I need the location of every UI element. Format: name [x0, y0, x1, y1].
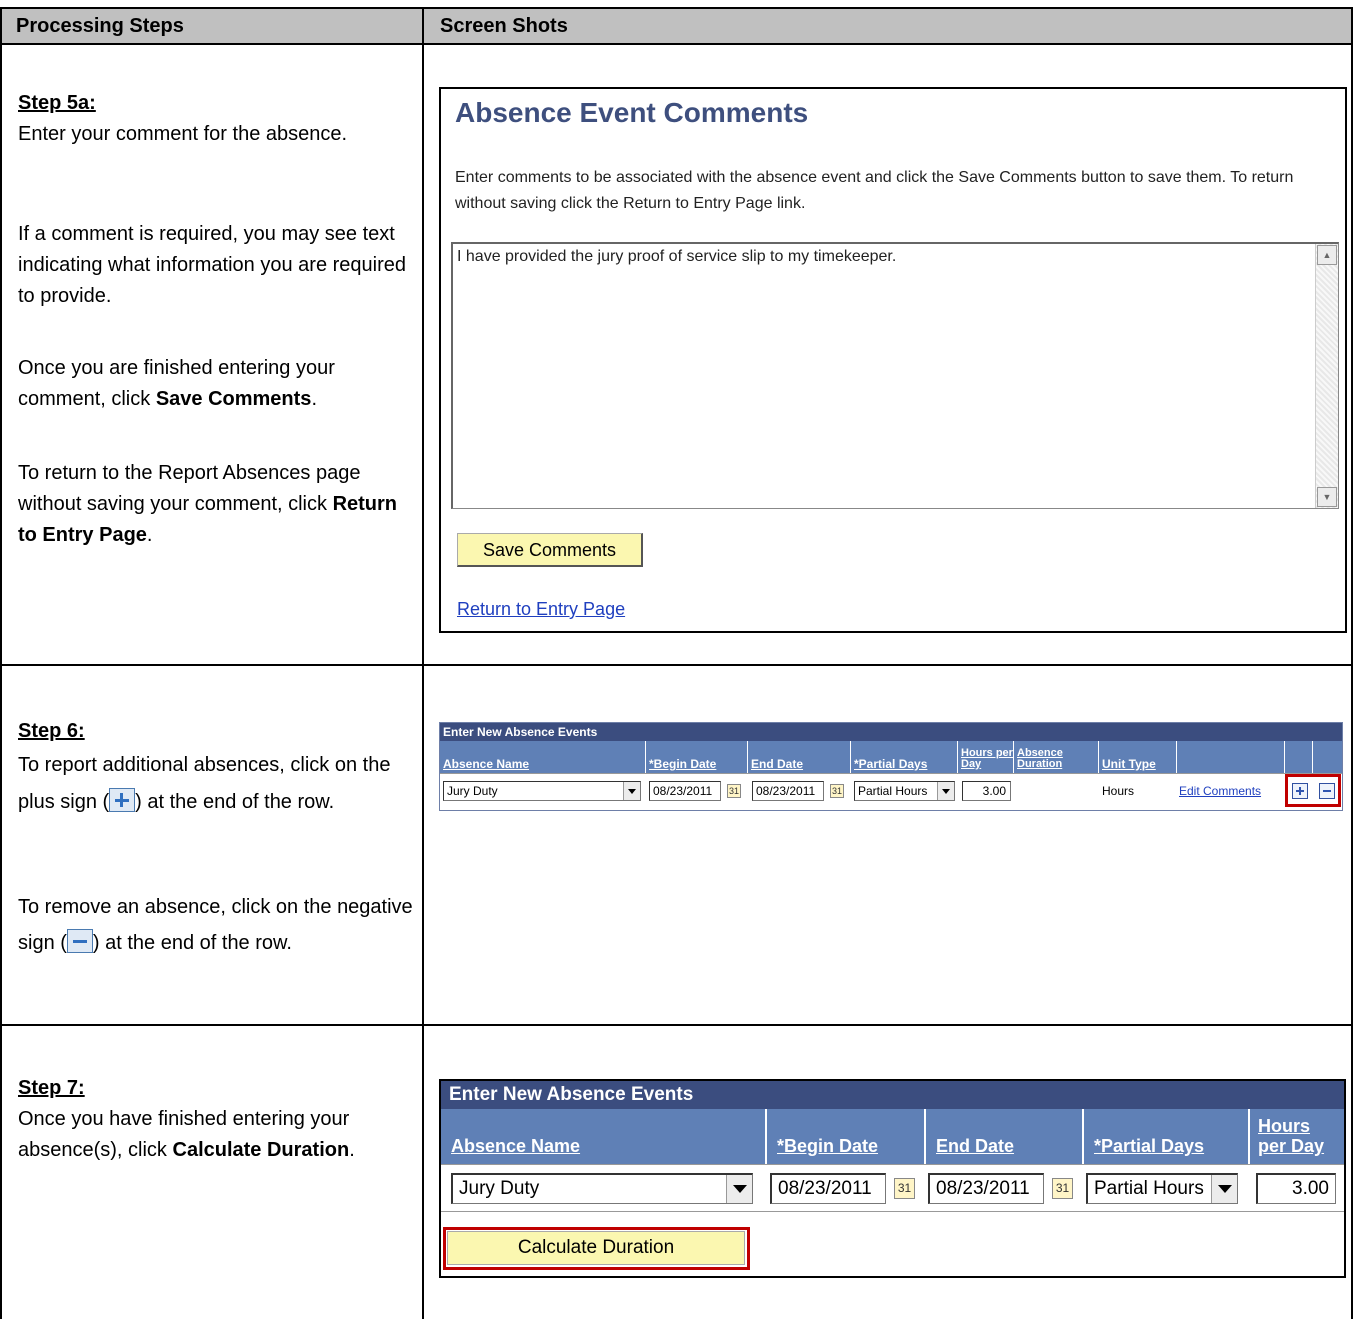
- end-date-input[interactable]: 08/23/2011: [928, 1173, 1044, 1204]
- step-7-title: Step 7:: [18, 1077, 85, 1099]
- comment-text: I have provided the jury proof of servic…: [457, 248, 897, 265]
- absence-name-value: Jury Duty: [459, 1178, 540, 1199]
- step-5a-p3-bold: Save Comments: [155, 388, 312, 410]
- step-6-title: Step 6:: [18, 720, 85, 742]
- end-date-input[interactable]: 08/23/2011: [752, 781, 824, 801]
- grid-data-row: Jury Duty 08/23/2011 31 08/23/2011 31 Pa…: [440, 773, 1342, 810]
- step-5a-p3-post: .: [311, 388, 317, 410]
- column-divider: [422, 7, 424, 1319]
- header-hours-per-day[interactable]: Hours per Day: [958, 741, 1014, 773]
- partial-days-select[interactable]: Partial Hours: [1086, 1173, 1238, 1204]
- calendar-icon[interactable]: 31: [1052, 1178, 1073, 1199]
- comments-description: Enter comments to be associated with the…: [455, 169, 1294, 212]
- step-5a-p1: Enter your comment for the absence.: [18, 123, 348, 145]
- highlight-box: [443, 1227, 750, 1270]
- header-begin-date[interactable]: *Begin Date: [646, 741, 748, 773]
- header-end-date[interactable]: End Date: [748, 741, 851, 773]
- begin-date-input[interactable]: 08/23/2011: [770, 1173, 886, 1204]
- textarea-scrollbar[interactable]: ▲ ▼: [1315, 244, 1338, 508]
- comments-screenshot: Absence Event Comments Enter comments to…: [439, 87, 1347, 633]
- header-blank-add: [1285, 741, 1313, 773]
- step-6-p1: To report additional absences, click on …: [18, 747, 413, 821]
- partial-days-value: Partial Hours: [858, 784, 928, 798]
- grid-header-row: Absence Name *Begin Date End Date *Parti…: [441, 1109, 1344, 1164]
- chevron-down-icon[interactable]: [1211, 1175, 1237, 1203]
- row-divider-1: [0, 664, 1353, 666]
- step-5a-p4: To return to the Report Absences page wi…: [18, 458, 413, 551]
- table-left-border: [0, 7, 2, 1319]
- step-7-p1-post: .: [349, 1139, 355, 1161]
- header-absence-duration[interactable]: Absence Duration: [1014, 741, 1099, 773]
- return-to-entry-page-link[interactable]: Return to Entry Page: [457, 599, 625, 620]
- row-divider-2: [0, 1024, 1353, 1026]
- header-unit-type[interactable]: Unit Type: [1099, 741, 1177, 773]
- scroll-down-icon[interactable]: ▼: [1317, 487, 1337, 507]
- absence-grid-large: Enter New Absence Events Absence Name *B…: [439, 1079, 1346, 1278]
- step-7-block: Step 7: Once you have finished entering …: [18, 1073, 413, 1166]
- grid-header-row: Absence Name *Begin Date End Date *Parti…: [440, 741, 1342, 773]
- header-hours-per-day[interactable]: Hours per Day: [1250, 1109, 1342, 1164]
- step-6-p2: To remove an absence, click on the negat…: [18, 889, 413, 961]
- step-5a-p4-post: .: [146, 524, 153, 546]
- absence-name-value: Jury Duty: [447, 784, 498, 798]
- header-begin-date[interactable]: *Begin Date: [767, 1109, 926, 1164]
- comments-page-title: Absence Event Comments: [455, 97, 809, 128]
- minus-icon: [66, 929, 93, 953]
- step-5a-block: Step 5a: Enter your comment for the abse…: [18, 88, 413, 150]
- chevron-down-icon[interactable]: [937, 782, 954, 800]
- chevron-down-icon[interactable]: [623, 782, 640, 800]
- step-5a-title: Step 5a:: [18, 92, 96, 114]
- save-comments-button[interactable]: Save Comments: [457, 533, 643, 567]
- header-end-date[interactable]: End Date: [926, 1109, 1084, 1164]
- header-partial-days[interactable]: *Partial Days: [1084, 1109, 1250, 1164]
- header-partial-days[interactable]: *Partial Days: [851, 741, 958, 773]
- calendar-icon[interactable]: 31: [830, 784, 844, 798]
- highlight-box: [1285, 774, 1341, 807]
- partial-days-select[interactable]: Partial Hours: [854, 781, 955, 801]
- column-header-processing-steps: Processing Steps: [0, 8, 422, 44]
- absence-name-select[interactable]: Jury Duty: [451, 1173, 753, 1204]
- hours-per-day-input[interactable]: 3.00: [962, 781, 1011, 801]
- plus-icon: [109, 788, 136, 812]
- begin-date-input[interactable]: 08/23/2011: [649, 781, 721, 801]
- scroll-up-icon[interactable]: ▲: [1317, 245, 1337, 265]
- grid-title-bar: Enter New Absence Events: [441, 1081, 1344, 1109]
- absence-name-select[interactable]: Jury Duty: [443, 781, 641, 801]
- chevron-down-icon[interactable]: [726, 1175, 752, 1203]
- calendar-icon[interactable]: 31: [727, 784, 741, 798]
- step-5a-p2: If a comment is required, you may see te…: [18, 223, 406, 307]
- absence-grid-small: Enter New Absence Events Absence Name *B…: [439, 722, 1343, 811]
- step-6-block: Step 6: To report additional absences, c…: [18, 716, 413, 821]
- grid-data-row: Jury Duty 08/23/2011 31 08/23/2011 31 Pa…: [441, 1164, 1344, 1212]
- calendar-icon[interactable]: 31: [894, 1178, 915, 1199]
- step-7-p1: Once you have finished entering your abs…: [18, 1104, 413, 1166]
- unit-type-value: Hours: [1102, 784, 1135, 798]
- step-7-p1-bold: Calculate Duration: [172, 1139, 350, 1161]
- edit-comments-link[interactable]: Edit Comments: [1179, 784, 1261, 798]
- header-blank-comments: [1177, 741, 1285, 773]
- step-6-p2-post: ) at the end of the row.: [92, 932, 292, 954]
- header-blank-remove: [1313, 741, 1342, 773]
- column-header-screen-shots: Screen Shots: [424, 8, 1351, 44]
- step-5a-p4-pre: To return to the Report Absences page wi…: [18, 462, 361, 515]
- header-absence-name[interactable]: Absence Name: [440, 741, 646, 773]
- partial-days-value: Partial Hours: [1094, 1178, 1204, 1199]
- header-absence-name[interactable]: Absence Name: [441, 1109, 767, 1164]
- comment-textarea[interactable]: I have provided the jury proof of servic…: [451, 242, 1339, 509]
- hours-per-day-input[interactable]: 3.00: [1256, 1173, 1336, 1204]
- grid-title-bar: Enter New Absence Events: [440, 723, 1342, 741]
- step-6-p1-post: ) at the end of the row.: [135, 791, 335, 813]
- header-bottom-border: [0, 43, 1353, 45]
- step-5a-p3: Once you are finished entering your comm…: [18, 353, 413, 415]
- table-top-border: [0, 7, 1353, 9]
